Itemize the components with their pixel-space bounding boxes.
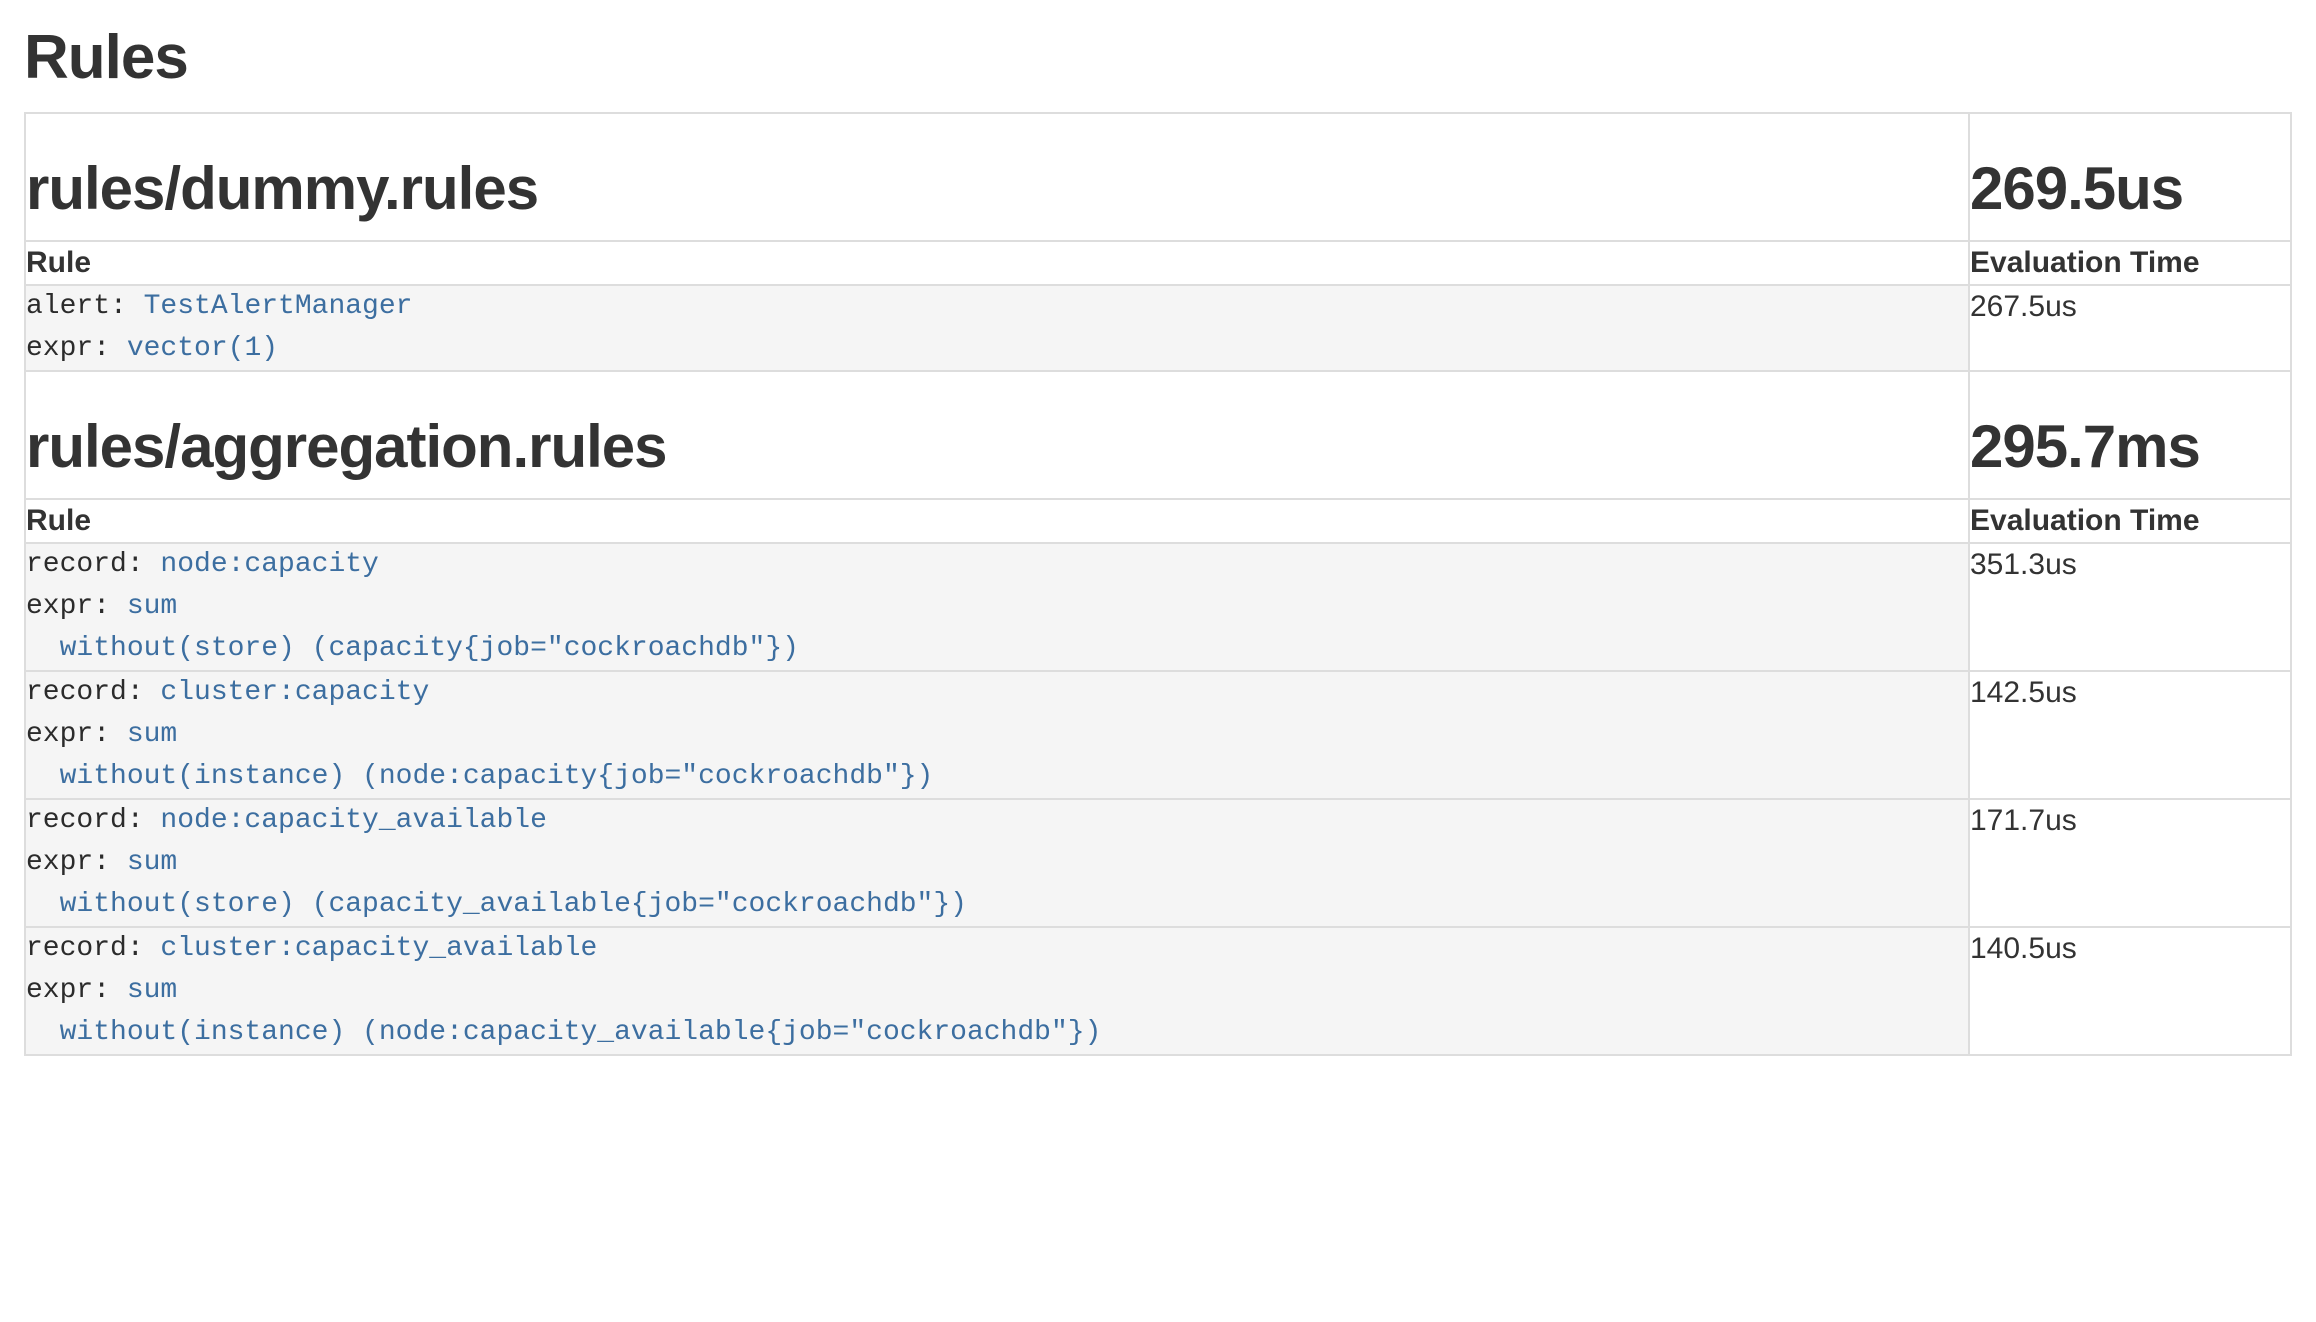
eval-time-column-header: Evaluation Time [1969,499,2291,543]
rule-column-header: Rule [25,499,1969,543]
rule-keyword-expr: expr: [26,591,127,622]
rule-column-header: Rule [25,241,1969,285]
rule-keyword-expr: expr: [26,847,127,878]
expr-link[interactable]: without(store) (capacity{job="cockroachd… [26,633,799,664]
group-file-cell: rules/dummy.rules [25,113,1969,241]
rule-keyword-expr: expr: [26,719,127,750]
page-title: Rules [24,24,2292,92]
record-name-link[interactable]: node:capacity_available [160,805,546,836]
expr-link[interactable]: sum [127,975,177,1006]
rule-code: record: cluster:capacity_available expr:… [26,928,1968,1054]
group-header-row: rules/aggregation.rules 295.7ms [25,371,2291,499]
rule-row: record: node:capacity expr: sum without(… [25,543,2291,671]
column-header-row: Rule Evaluation Time [25,499,2291,543]
group-total-time-cell: 295.7ms [1969,371,2291,499]
group-total-time-cell: 269.5us [1969,113,2291,241]
eval-time-column-header: Evaluation Time [1969,241,2291,285]
rule-definition-cell: record: node:capacity_available expr: su… [25,799,1969,927]
expr-link[interactable]: sum [127,847,177,878]
rule-keyword-record: record: [26,933,160,964]
rule-code: record: node:capacity expr: sum without(… [26,544,1968,670]
group-file-title: rules/dummy.rules [26,156,1968,222]
rule-code: record: cluster:capacity expr: sum witho… [26,672,1968,798]
rule-row: record: cluster:capacity_available expr:… [25,927,2291,1055]
rule-row: record: node:capacity_available expr: su… [25,799,2291,927]
rule-evaluation-time: 142.5us [1969,671,2291,799]
column-header-row: Rule Evaluation Time [25,241,2291,285]
rule-row: record: cluster:capacity expr: sum witho… [25,671,2291,799]
rule-evaluation-time: 351.3us [1969,543,2291,671]
rule-definition-cell: record: cluster:capacity_available expr:… [25,927,1969,1055]
expr-link[interactable]: without(store) (capacity_available{job="… [26,889,967,920]
rule-keyword-alert: alert: [26,291,144,322]
rules-page: Rules rules/dummy.rules 269.5us Rule Eva… [24,24,2292,1056]
group-file-cell: rules/aggregation.rules [25,371,1969,499]
rule-row: alert: TestAlertManager expr: vector(1) … [25,285,2291,371]
rule-keyword-expr: expr: [26,333,127,364]
group-file-title: rules/aggregation.rules [26,414,1968,480]
expr-link[interactable]: without(instance) (node:capacity_availab… [26,1017,1101,1048]
expr-link[interactable]: sum [127,591,177,622]
group-total-evaluation-time: 269.5us [1970,156,2290,222]
rule-evaluation-time: 267.5us [1969,285,2291,371]
rule-definition-cell: record: node:capacity expr: sum without(… [25,543,1969,671]
rule-keyword-expr: expr: [26,975,127,1006]
rule-evaluation-time: 140.5us [1969,927,2291,1055]
expr-link[interactable]: without(instance) (node:capacity{job="co… [26,761,933,792]
group-header-row: rules/dummy.rules 269.5us [25,113,2291,241]
rule-evaluation-time: 171.7us [1969,799,2291,927]
expr-link[interactable]: vector(1) [127,333,278,364]
rule-code: alert: TestAlertManager expr: vector(1) [26,286,1968,370]
record-name-link[interactable]: cluster:capacity_available [160,933,597,964]
expr-link[interactable]: sum [127,719,177,750]
rule-code: record: node:capacity_available expr: su… [26,800,1968,926]
group-total-evaluation-time: 295.7ms [1970,414,2290,480]
alert-name-link[interactable]: TestAlertManager [144,291,413,322]
rule-keyword-record: record: [26,677,160,708]
rule-keyword-record: record: [26,805,160,836]
rule-definition-cell: alert: TestAlertManager expr: vector(1) [25,285,1969,371]
rules-table: rules/dummy.rules 269.5us Rule Evaluatio… [24,112,2292,1056]
record-name-link[interactable]: cluster:capacity [160,677,429,708]
record-name-link[interactable]: node:capacity [160,549,378,580]
rule-keyword-record: record: [26,549,160,580]
rule-definition-cell: record: cluster:capacity expr: sum witho… [25,671,1969,799]
